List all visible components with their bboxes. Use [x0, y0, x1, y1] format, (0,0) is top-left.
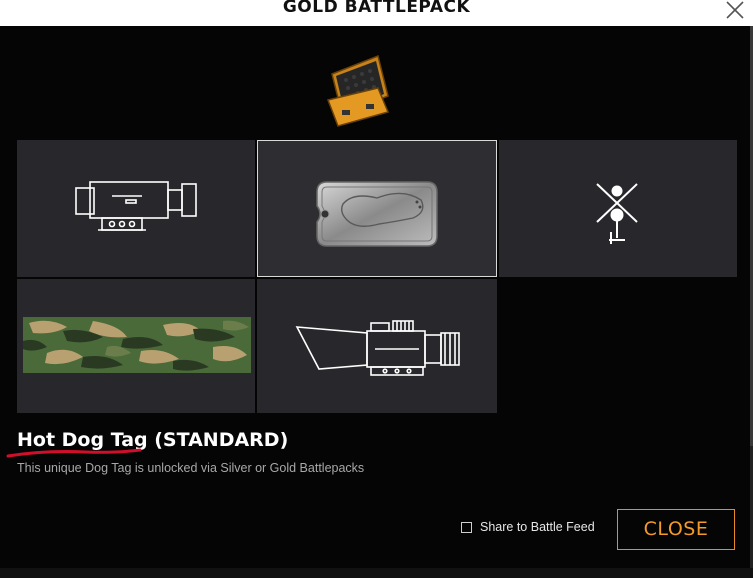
item-tile-holo-sight[interactable]	[257, 279, 497, 413]
scope-attachment-icon	[75, 181, 197, 231]
bottom-strip	[0, 568, 753, 578]
item-tile-scope[interactable]	[17, 140, 255, 277]
window-title: GOLD BATTLEPACK	[282, 0, 471, 17]
helicopter-emblem-icon	[596, 183, 638, 244]
title-bar: GOLD BATTLEPACK	[0, 0, 753, 26]
close-button[interactable]: CLOSE	[617, 509, 735, 550]
camo-paint-icon	[23, 317, 251, 373]
share-to-battle-feed-checkbox[interactable]: Share to Battle Feed	[461, 520, 595, 534]
item-tile-dog-tag[interactable]	[257, 140, 497, 277]
share-label: Share to Battle Feed	[480, 520, 595, 534]
briefcase-battlepack-icon	[326, 54, 390, 127]
holo-sight-icon	[295, 320, 460, 376]
item-tile-camo[interactable]	[17, 279, 255, 413]
item-tile-helicopter-emblem[interactable]	[499, 140, 737, 277]
selected-item-description: This unique Dog Tag is unlocked via Silv…	[17, 461, 365, 475]
close-x-icon[interactable]	[725, 0, 745, 20]
red-underline-annotation	[6, 448, 142, 458]
checkbox[interactable]	[461, 521, 472, 533]
dog-tag-icon	[316, 181, 438, 247]
